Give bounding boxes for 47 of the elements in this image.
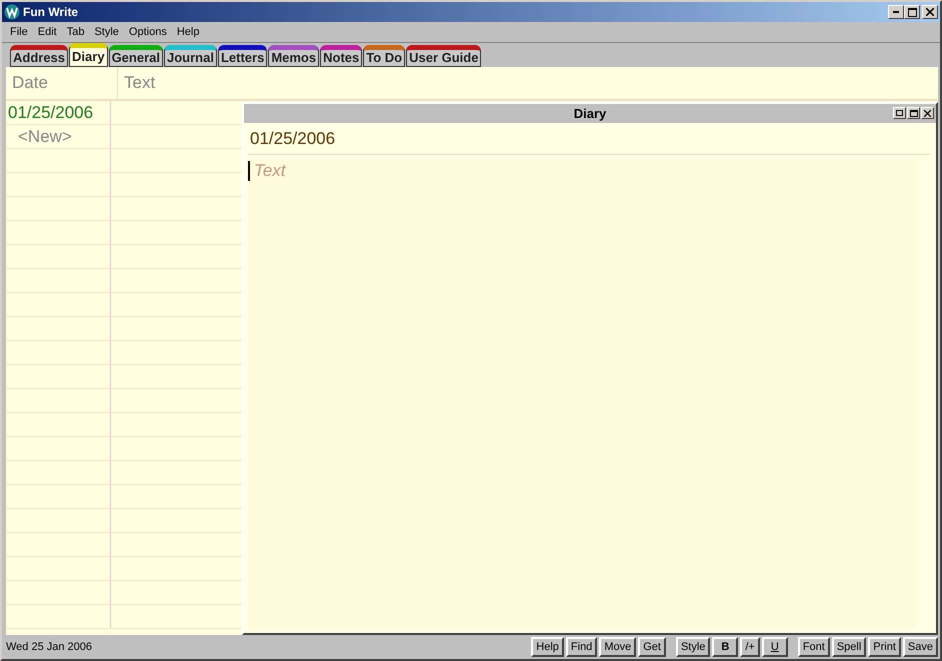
tab[interactable]: Memos bbox=[268, 45, 320, 67]
tab[interactable]: Diary bbox=[69, 43, 108, 67]
menu-item[interactable]: Edit bbox=[34, 26, 63, 38]
toolbar-button[interactable]: U bbox=[762, 637, 788, 657]
tab[interactable]: To Do bbox=[363, 45, 406, 67]
tab[interactable]: User Guide bbox=[406, 45, 482, 67]
menu-item[interactable]: Help bbox=[172, 26, 206, 38]
tab[interactable]: Address bbox=[10, 45, 68, 67]
app-logo-icon bbox=[4, 4, 20, 20]
minimize-icon bbox=[893, 11, 899, 13]
close-button[interactable] bbox=[921, 107, 934, 119]
toolbar-button[interactable]: Move bbox=[599, 637, 636, 657]
close-icon bbox=[926, 8, 934, 16]
menu-item[interactable]: Tab bbox=[62, 26, 90, 38]
toolbar-button[interactable]: Font bbox=[798, 637, 830, 657]
tab[interactable]: General bbox=[108, 45, 163, 67]
restore-icon bbox=[896, 110, 903, 116]
toolbar-button[interactable]: Spell bbox=[832, 637, 866, 657]
restore-button[interactable] bbox=[893, 107, 906, 119]
close-icon bbox=[924, 110, 931, 116]
menu-item[interactable]: Options bbox=[124, 26, 173, 38]
tab[interactable]: Letters bbox=[218, 45, 268, 67]
panel-title: Diary bbox=[574, 106, 606, 121]
status-date: Wed 25 Jan 2006 bbox=[6, 641, 92, 653]
column-header: Date bbox=[6, 67, 118, 99]
toolbar-button[interactable]: Save bbox=[902, 637, 938, 657]
toolbar-button[interactable]: Style bbox=[676, 637, 710, 657]
tab[interactable]: Journal bbox=[164, 45, 217, 67]
toolbar-button[interactable]: Get bbox=[638, 637, 666, 657]
tab[interactable]: Notes bbox=[320, 45, 362, 67]
close-button[interactable] bbox=[922, 5, 938, 19]
toolbar-button[interactable]: Find bbox=[566, 637, 598, 657]
maximize-button[interactable] bbox=[904, 5, 920, 19]
menu-item[interactable]: Style bbox=[90, 26, 125, 38]
column-header: Text bbox=[123, 73, 156, 93]
maximize-icon bbox=[910, 110, 918, 116]
menu-item[interactable]: File bbox=[6, 26, 34, 38]
toolbar-button[interactable]: Print bbox=[868, 637, 901, 657]
toolbar-button[interactable]: Help bbox=[531, 637, 564, 657]
toolbar-button[interactable]: B bbox=[712, 637, 738, 657]
entry-date: 01/25/2006 bbox=[249, 128, 336, 150]
minimize-button[interactable] bbox=[888, 5, 904, 19]
window-title: Fun Write bbox=[23, 5, 78, 19]
list-item[interactable]: 01/25/2006 bbox=[6, 101, 111, 124]
maximize-button[interactable] bbox=[907, 107, 920, 119]
toolbar-button[interactable]: /+ bbox=[740, 637, 760, 657]
maximize-icon bbox=[908, 8, 916, 16]
